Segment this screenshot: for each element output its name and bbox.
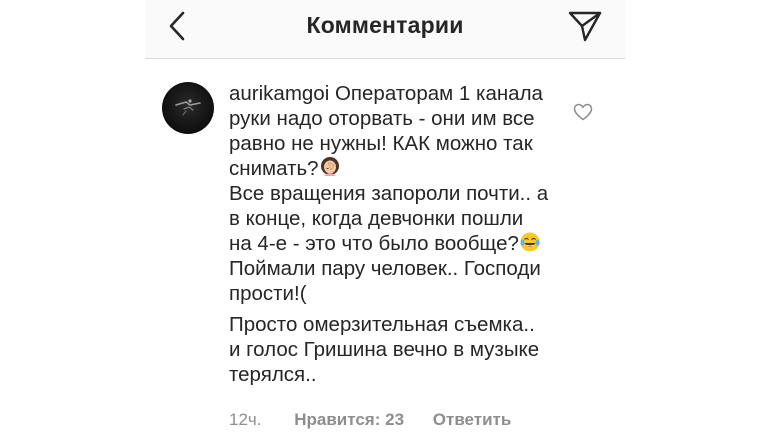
paper-plane-icon bbox=[568, 11, 602, 42]
comment-text-part-2: Все вращения запороли почти.. а в конце,… bbox=[229, 182, 549, 255]
page-title: Комментарии bbox=[306, 12, 464, 38]
comment-paragraph-2: Просто омерзительная съемка.. и голос Гр… bbox=[229, 313, 540, 386]
comment-timestamp: 12ч. bbox=[229, 410, 262, 429]
comment-item: aurikamgoi Операторам 1 канала руки надо… bbox=[145, 58, 625, 434]
share-button[interactable] bbox=[565, 6, 605, 46]
avatar[interactable] bbox=[162, 82, 214, 134]
comment-username[interactable]: aurikamgoi bbox=[229, 82, 329, 105]
comment-text: aurikamgoi Операторам 1 канала руки надо… bbox=[229, 81, 551, 387]
header-bar: Комментарии bbox=[145, 0, 625, 59]
likes-count[interactable]: Нравится: 23 bbox=[294, 410, 404, 430]
reply-button[interactable]: Ответить bbox=[433, 410, 512, 430]
tears-of-joy-emoji bbox=[520, 232, 540, 252]
woman-facepalming-emoji bbox=[320, 157, 339, 176]
right-margin bbox=[625, 0, 770, 434]
heart-outline-icon bbox=[573, 103, 593, 121]
comments-screen: Комментарии aurikamgoi Операторам 1 кана… bbox=[145, 0, 625, 434]
avatar-image bbox=[175, 99, 201, 116]
comment-paragraph-1: aurikamgoi Операторам 1 канала руки надо… bbox=[229, 81, 551, 306]
comment-meta: 12ч. Нравится: 23 Ответить bbox=[229, 410, 511, 430]
left-margin bbox=[0, 0, 145, 434]
like-button[interactable] bbox=[571, 100, 595, 124]
comment-text-part-3: Поймали пару человек.. Господи прости!( bbox=[229, 257, 541, 305]
